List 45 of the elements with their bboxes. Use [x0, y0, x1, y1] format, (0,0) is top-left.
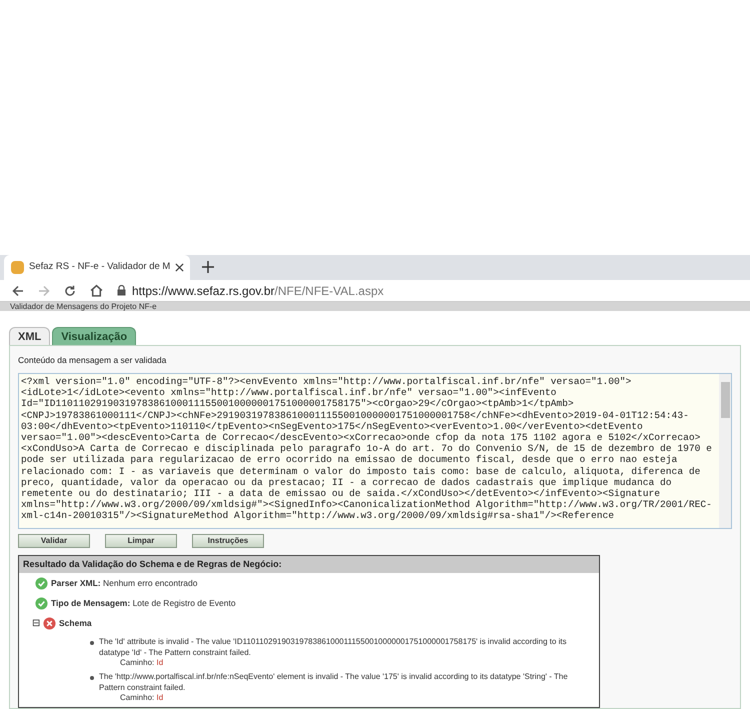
collapse-toggle[interactable]: ⊟	[32, 618, 40, 628]
xml-line: 03:00</dhEvento><tpEvento>110110</tpEvento><nSegEvento>175</nSegEvento><verEvento>1.00</verEvento><detEvento	[21, 420, 643, 432]
xml-text-area[interactable]	[18, 373, 732, 529]
action-button[interactable]: Instruções	[192, 534, 264, 548]
path-text: Caminho: Id	[119, 658, 164, 668]
field-label: Conteúdo da mensagem a ser validada	[18, 354, 168, 367]
url-text[interactable]: https://www.sefaz.rs.gov.br/NFE/NFE-VAL.aspx	[132, 282, 384, 300]
results-header: Resultado da Validação do Schema e de Regras de Negócio:	[19, 556, 599, 573]
home-icon[interactable]	[90, 284, 103, 298]
path-text: Caminho: Id	[119, 693, 164, 703]
reload-icon[interactable]	[64, 284, 76, 297]
xml-line: <xCondUso>A Carta de Correcao e disciplinada pelo paragrafo 1o-A do art. 7o do Convenio S/N, de 15 de dezembro de 1970 e	[21, 443, 712, 454]
xml-line: preco, quantidade, valor da operacao ou da prestacao; II - a correcao de dados cadastrais que implique mudanca do	[21, 476, 672, 488]
site-logo-icon	[11, 261, 24, 274]
xml-line: xmlns="http://www.w3.org/2000/09/xmldsig#"><SignedInfo><CanonicalizationMethod Algorithm="http://www.w3.org/TR/2001/REC-	[21, 499, 712, 510]
error-message: The 'Id' attribute is invalid - The value 'ID11011029190319783861000111550010000001751000001758175' is invalid according to its datatype 'Id' - The Pattern constraint failed.	[99, 637, 568, 658]
tab-title: Sefaz RS - NF-e - Validador de M	[29, 260, 170, 274]
lock-icon	[117, 285, 126, 296]
bullet-icon	[90, 640, 94, 644]
xml-line: <idLote>1</idLote><evento xmlns="http://www.portalfiscal.inf.br/nfe" versao="1.00"><infEvento	[21, 387, 556, 398]
schema-label: Schema	[59, 617, 92, 630]
xml-line: xml-c14n-20010315"/><SignatureMethod Algorithm="http://www.w3.org/2000/09/xmldsig#rsa-sha1"/><Reference	[21, 510, 614, 522]
page-tab[interactable]: Visualização	[52, 327, 136, 346]
bullet-icon	[90, 676, 94, 680]
error-circle-icon	[43, 617, 56, 630]
page-header-text: Validador de Mensagens do Projeto NF-e	[10, 302, 157, 311]
xml-line: <CNPJ>19783861000111</CNPJ><chNFe>29190319783861000111550010000001751000001758</chNFe><dhEvento>2019-04-01T12:54:43-	[21, 410, 689, 421]
error-message: The 'http://www.portalfiscal.inf.br/nfe:nSeqEvento' element is invalid - The value '175' is invalid according to its datatype 'String' - The Pattern constraint failed.	[99, 672, 569, 693]
browser-tab[interactable]: Sefaz RS - NF-e - Validador de M	[4, 255, 190, 280]
xml-line: versao="1.00"><descEvento>Carta de Correcao</descEvento><xCorrecao>onde cfop da nota 175 1102 agora e 5102</xCorrecao>	[21, 432, 700, 444]
xml-line: remetente ou do destinatario; III - a data de emissao ou de saida.</xCondUso></detEvento></infEvento><Signature	[21, 488, 660, 500]
back-arrow-icon[interactable]	[12, 284, 24, 297]
xml-line: Id="ID11011029190319783861000111550010000001751000001758175"><cOrgao>29</cOrgao><tpAmb>1</tpAmb>	[21, 398, 574, 410]
xml-line: relacionado com: I - as variaveis que determinam o valor do imposto tais como: base de calculo, aliquota, diferenca de	[21, 466, 700, 477]
action-button[interactable]: Limpar	[105, 534, 177, 548]
close-icon[interactable]	[175, 263, 184, 272]
result-text: Parser XML: Nenhum erro encontrado	[51, 577, 198, 590]
xml-line: <?xml version="1.0" encoding="UTF-8"?><envEvento xmlns="http://www.portalfiscal.inf.br/nfe" versao="1.00">	[21, 376, 632, 388]
check-circle-icon	[35, 597, 48, 610]
page-tab[interactable]: XML	[9, 327, 50, 346]
result-text: Tipo de Mensagem: Lote de Registro de Evento	[51, 597, 236, 610]
action-button[interactable]: Validar	[18, 534, 90, 548]
xml-line: pode ser utilizada para regularizacao de erro ocorrido na emissao de documento fiscal, desde que o erro nao esteja	[21, 454, 678, 466]
new-tab-icon[interactable]	[202, 261, 214, 273]
check-circle-icon	[35, 577, 48, 590]
